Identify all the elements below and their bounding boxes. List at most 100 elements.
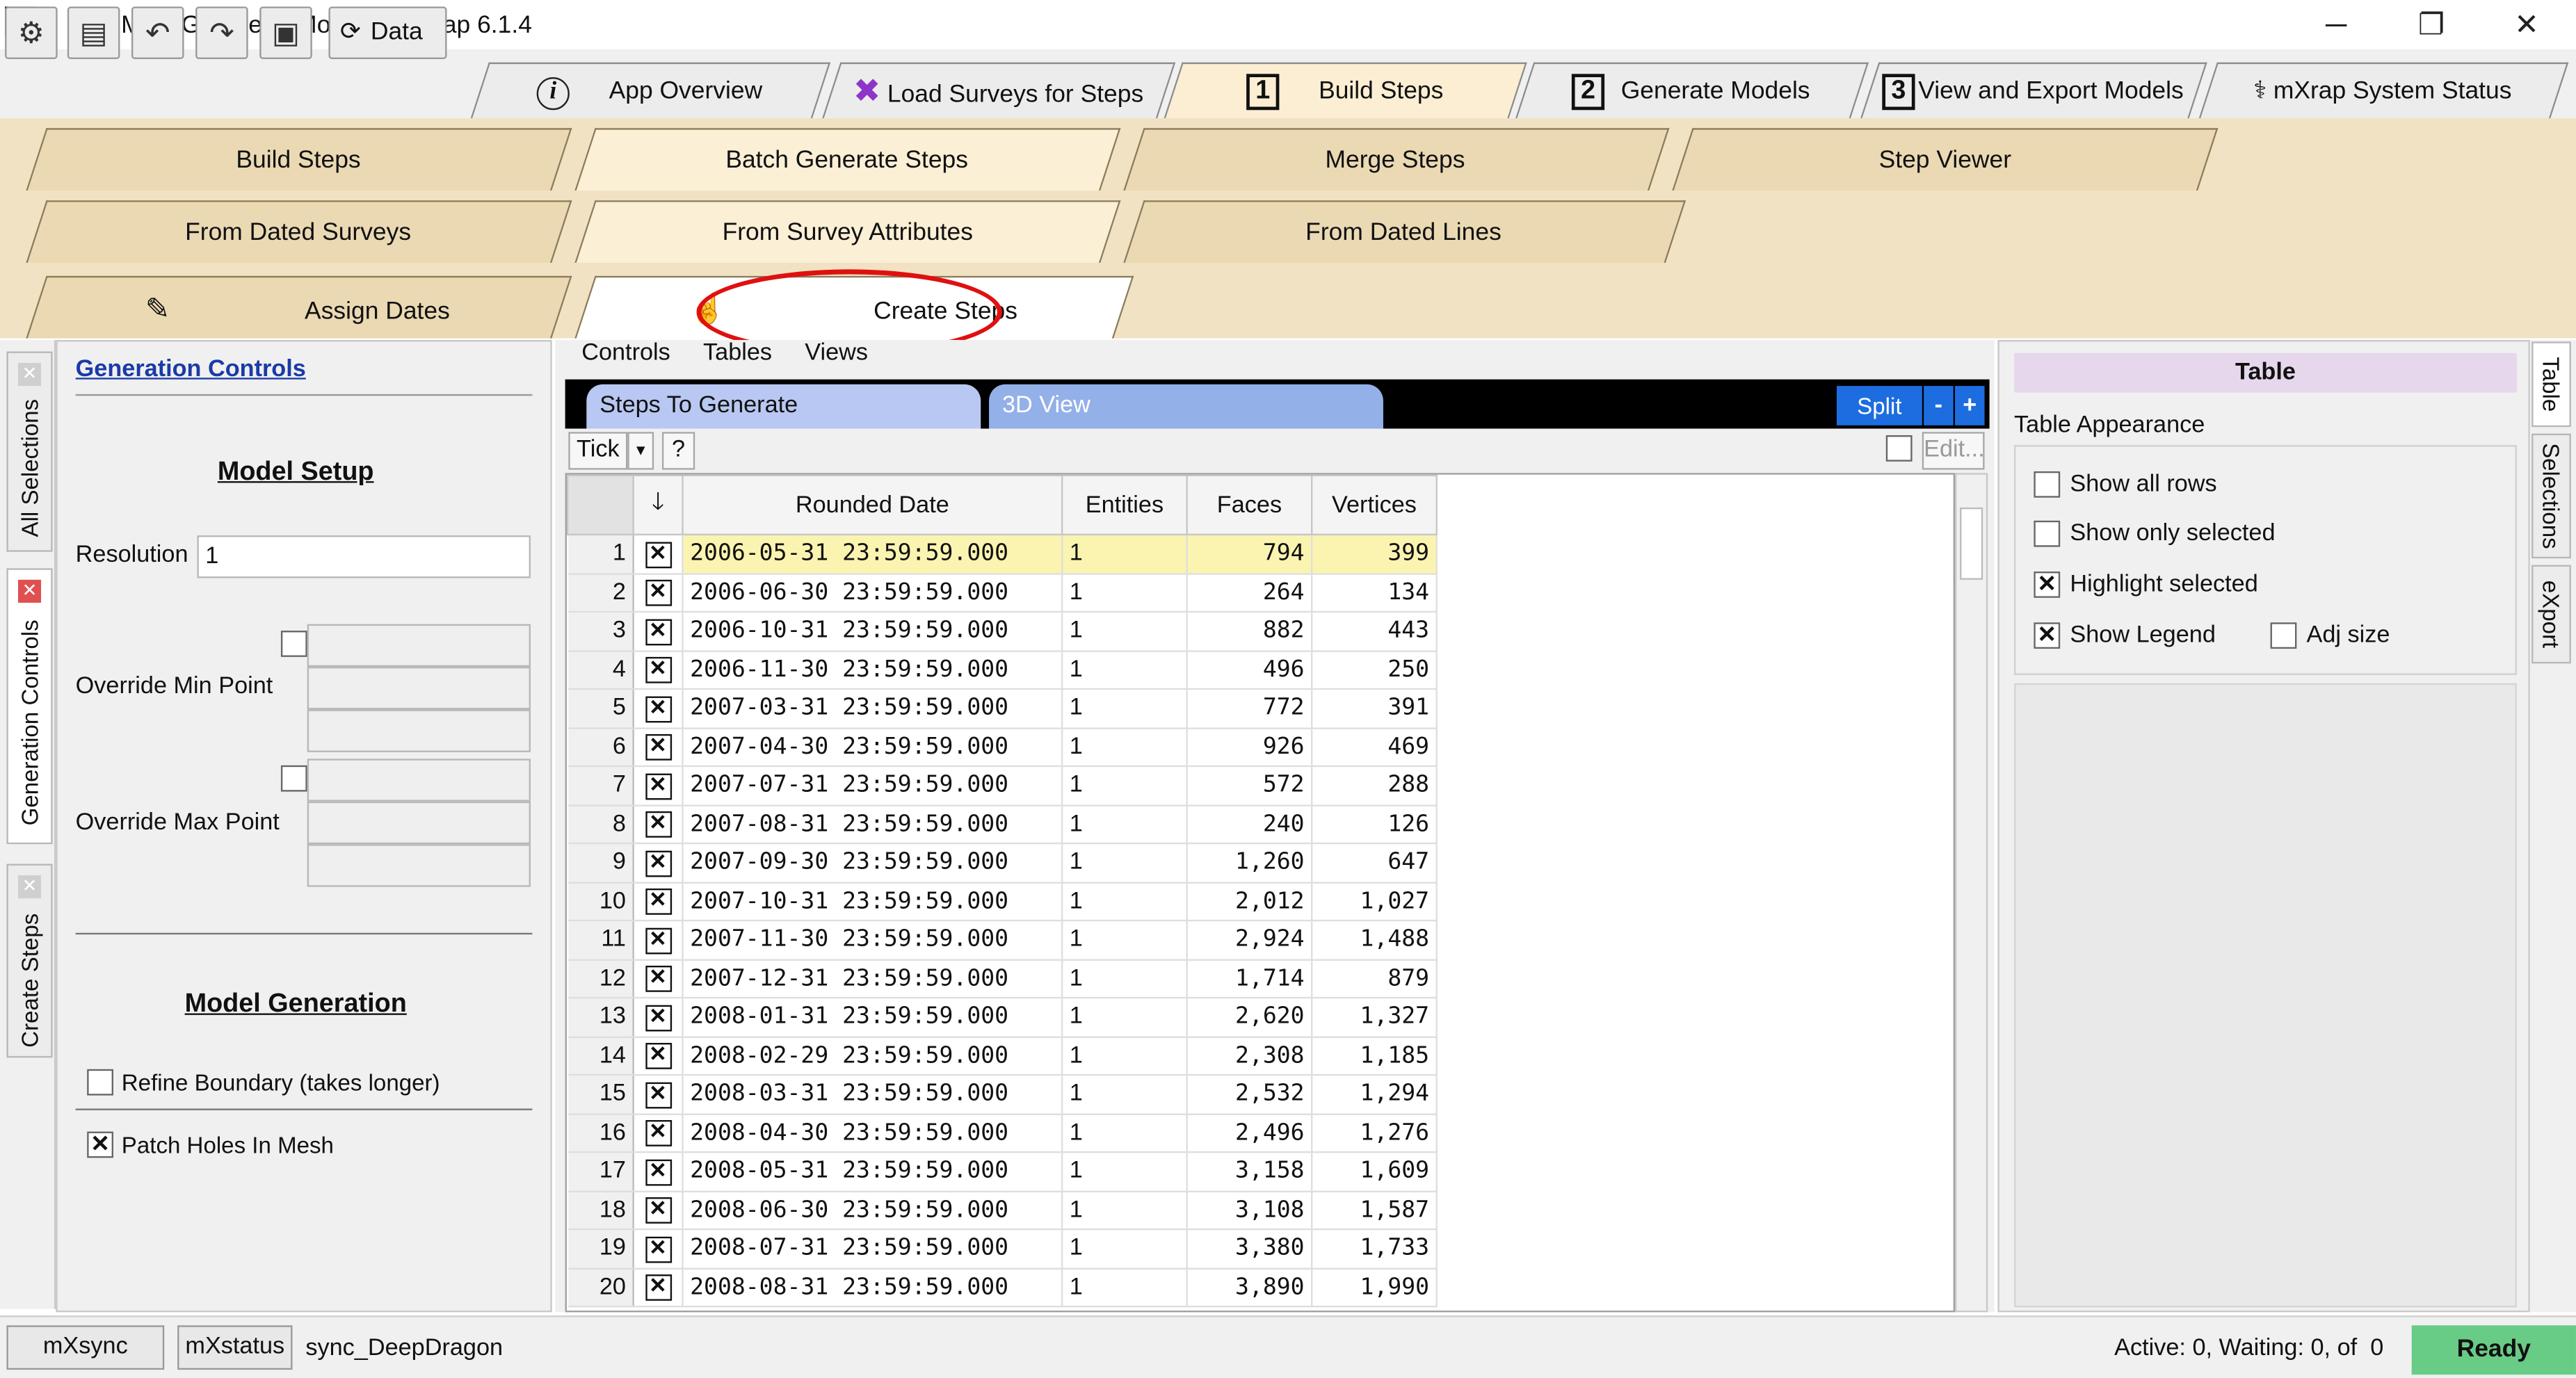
table-row[interactable]: 12 ✕ 2007-12-31 23:59:59.000 1 1,714 879 xyxy=(567,959,1438,999)
minimize-icon[interactable]: ─ xyxy=(2303,3,2369,46)
undo-icon[interactable]: ↶ xyxy=(131,6,184,60)
data-button[interactable]: ⟳ Data xyxy=(328,6,447,60)
close-icon[interactable]: ✕ xyxy=(17,875,42,899)
edit-checkbox[interactable] xyxy=(1885,435,1913,462)
split-button[interactable]: Split xyxy=(1836,386,1922,425)
redo-icon[interactable]: ↷ xyxy=(195,6,248,60)
table-row[interactable]: 13 ✕ 2008-01-31 23:59:59.000 1 2,620 1,327 xyxy=(567,998,1438,1037)
row-tick-checkbox[interactable]: ✕ xyxy=(633,1075,684,1114)
tab-system-status[interactable]: ⚕ mXrap System Status xyxy=(2198,62,2569,119)
override-min-checkbox[interactable] xyxy=(280,631,307,657)
tab-merge-steps[interactable]: Merge Steps xyxy=(1123,128,1670,191)
vtab-all-selections[interactable]: ✕ All Selections xyxy=(6,351,53,552)
table-row[interactable]: 16 ✕ 2008-04-30 23:59:59.000 1 2,496 1,276 xyxy=(567,1113,1438,1153)
vtab-table[interactable]: Table xyxy=(2531,341,2571,428)
table-row[interactable]: 6 ✕ 2007-04-30 23:59:59.000 1 926 469 xyxy=(567,727,1438,768)
generation-controls-link[interactable]: Generation Controls xyxy=(76,357,306,383)
tab-assign-dates[interactable]: ✎ Assign Dates xyxy=(26,275,572,339)
tab-generate-models[interactable]: 2 Generate Models xyxy=(1515,62,1869,119)
table-row[interactable]: 11 ✕ 2007-11-30 23:59:59.000 1 2,924 1,488 xyxy=(567,921,1438,960)
table-row[interactable]: 1 ✕ 2006-05-31 23:59:59.000 1 794 399 xyxy=(567,534,1438,574)
row-tick-checkbox[interactable]: ✕ xyxy=(633,804,684,845)
menu-views[interactable]: Views xyxy=(805,340,868,366)
row-tick-checkbox[interactable]: ✕ xyxy=(633,1267,684,1308)
tab-from-dated-surveys[interactable]: From Dated Surveys xyxy=(26,200,572,263)
resolution-input[interactable]: 1 xyxy=(197,535,531,578)
tick-dropdown-chevron-down-icon[interactable]: ▼ xyxy=(627,432,654,470)
table-row[interactable]: 7 ✕ 2007-07-31 23:59:59.000 1 572 288 xyxy=(567,765,1438,806)
highlight-selected-checkbox[interactable]: ✕ xyxy=(2034,572,2061,598)
table-row[interactable]: 18 ✕ 2008-06-30 23:59:59.000 1 3,108 1,587 xyxy=(567,1190,1438,1231)
row-tick-checkbox[interactable]: ✕ xyxy=(633,1229,684,1269)
row-tick-checkbox[interactable]: ✕ xyxy=(633,959,684,999)
column-header-entities[interactable]: Entities xyxy=(1061,474,1188,536)
row-tick-checkbox[interactable]: ✕ xyxy=(633,843,684,883)
table-row[interactable]: 8 ✕ 2007-08-31 23:59:59.000 1 240 126 xyxy=(567,804,1438,845)
edit-button[interactable]: Edit... xyxy=(1922,432,1985,470)
tab-step-viewer[interactable]: Step Viewer xyxy=(1672,128,2219,191)
max-y-field[interactable] xyxy=(307,801,531,845)
row-tick-checkbox[interactable]: ✕ xyxy=(633,688,684,729)
max-z-field[interactable] xyxy=(307,844,531,887)
tab-3d-view[interactable]: 3D View xyxy=(989,384,1383,429)
row-tick-checkbox[interactable]: ✕ xyxy=(633,998,684,1037)
row-tick-checkbox[interactable]: ✕ xyxy=(633,921,684,960)
min-z-field[interactable] xyxy=(307,709,531,752)
vtab-generation-controls[interactable]: ✕ Generation Controls xyxy=(6,568,53,845)
tab-load-surveys[interactable]: ✖ Load Surveys for Steps xyxy=(822,62,1176,119)
tab-from-dated-lines[interactable]: From Dated Lines xyxy=(1123,200,1687,263)
table-row[interactable]: 17 ✕ 2008-05-31 23:59:59.000 1 3,158 1,609 xyxy=(567,1152,1438,1192)
row-tick-checkbox[interactable]: ✕ xyxy=(633,1152,684,1192)
refine-boundary-checkbox[interactable] xyxy=(87,1069,113,1096)
table-scrollbar[interactable] xyxy=(1955,473,1988,1313)
column-header-vertices[interactable]: Vertices xyxy=(1311,474,1438,536)
menu-tables[interactable]: Tables xyxy=(703,340,772,366)
override-max-checkbox[interactable] xyxy=(280,765,307,792)
min-y-field[interactable] xyxy=(307,667,531,710)
table-row[interactable]: 3 ✕ 2006-10-31 23:59:59.000 1 882 443 xyxy=(567,611,1438,651)
vtab-selections[interactable]: Selections xyxy=(2531,433,2571,559)
row-tick-checkbox[interactable]: ✕ xyxy=(633,534,684,574)
vtab-create-steps[interactable]: ✕ Create Steps xyxy=(6,864,53,1058)
row-tick-checkbox[interactable]: ✕ xyxy=(633,1113,684,1153)
help-button[interactable]: ? xyxy=(661,432,695,470)
patch-holes-checkbox[interactable]: ✕ xyxy=(87,1132,113,1158)
table-row[interactable]: 4 ✕ 2006-11-30 23:59:59.000 1 496 250 xyxy=(567,650,1438,690)
sort-down-arrow-icon[interactable]: 🡓 xyxy=(632,474,684,536)
vtab-export[interactable]: eXport xyxy=(2531,565,2571,664)
menu-controls[interactable]: Controls xyxy=(581,340,670,366)
tab-app-overview[interactable]: i App Overview xyxy=(470,62,831,119)
scrollbar-thumb[interactable] xyxy=(1960,507,1983,580)
row-tick-checkbox[interactable]: ✕ xyxy=(633,573,684,613)
adj-size-checkbox[interactable] xyxy=(2270,622,2297,649)
min-x-field[interactable] xyxy=(307,624,531,667)
show-all-rows-checkbox[interactable] xyxy=(2034,471,2061,498)
close-icon[interactable]: ✕ xyxy=(17,579,42,603)
table-row[interactable]: 10 ✕ 2007-10-31 23:59:59.000 1 2,012 1,027 xyxy=(567,882,1438,922)
tick-button[interactable]: Tick xyxy=(568,432,628,470)
plus-button[interactable]: + xyxy=(1955,386,1985,425)
table-row[interactable]: 2 ✕ 2006-06-30 23:59:59.000 1 264 134 xyxy=(567,573,1438,613)
row-tick-checkbox[interactable]: ✕ xyxy=(633,727,684,768)
tab-batch-generate-steps[interactable]: Batch Generate Steps xyxy=(574,128,1121,191)
mxstatus-button[interactable]: mXstatus xyxy=(177,1325,293,1370)
row-tick-checkbox[interactable]: ✕ xyxy=(633,1036,684,1076)
show-only-selected-checkbox[interactable] xyxy=(2034,520,2061,547)
save-icon[interactable]: ▣ xyxy=(259,6,312,60)
tab-steps-to-generate[interactable]: Steps To Generate xyxy=(586,384,981,429)
close-window-icon[interactable]: ✕ xyxy=(2494,3,2559,46)
row-tick-checkbox[interactable]: ✕ xyxy=(633,1190,684,1231)
column-header-faces[interactable]: Faces xyxy=(1186,474,1313,536)
table-row[interactable]: 19 ✕ 2008-07-31 23:59:59.000 1 3,380 1,733 xyxy=(567,1229,1438,1269)
table-row[interactable]: 15 ✕ 2008-03-31 23:59:59.000 1 2,532 1,294 xyxy=(567,1075,1438,1114)
tab-from-survey-attributes[interactable]: From Survey Attributes xyxy=(574,200,1121,263)
settings-gear-icon[interactable]: ⚙ xyxy=(5,6,58,60)
tab-build-steps-sub[interactable]: Build Steps xyxy=(26,128,572,191)
row-tick-checkbox[interactable]: ✕ xyxy=(633,650,684,690)
max-x-field[interactable] xyxy=(307,759,531,802)
table-row[interactable]: 9 ✕ 2007-09-30 23:59:59.000 1 1,260 647 xyxy=(567,843,1438,883)
row-tick-checkbox[interactable]: ✕ xyxy=(633,765,684,806)
mxsync-button[interactable]: mXsync xyxy=(6,1325,165,1370)
tab-build-steps[interactable]: 1 Build Steps xyxy=(1164,62,1527,119)
layout-icon[interactable]: ▤ xyxy=(67,6,120,60)
